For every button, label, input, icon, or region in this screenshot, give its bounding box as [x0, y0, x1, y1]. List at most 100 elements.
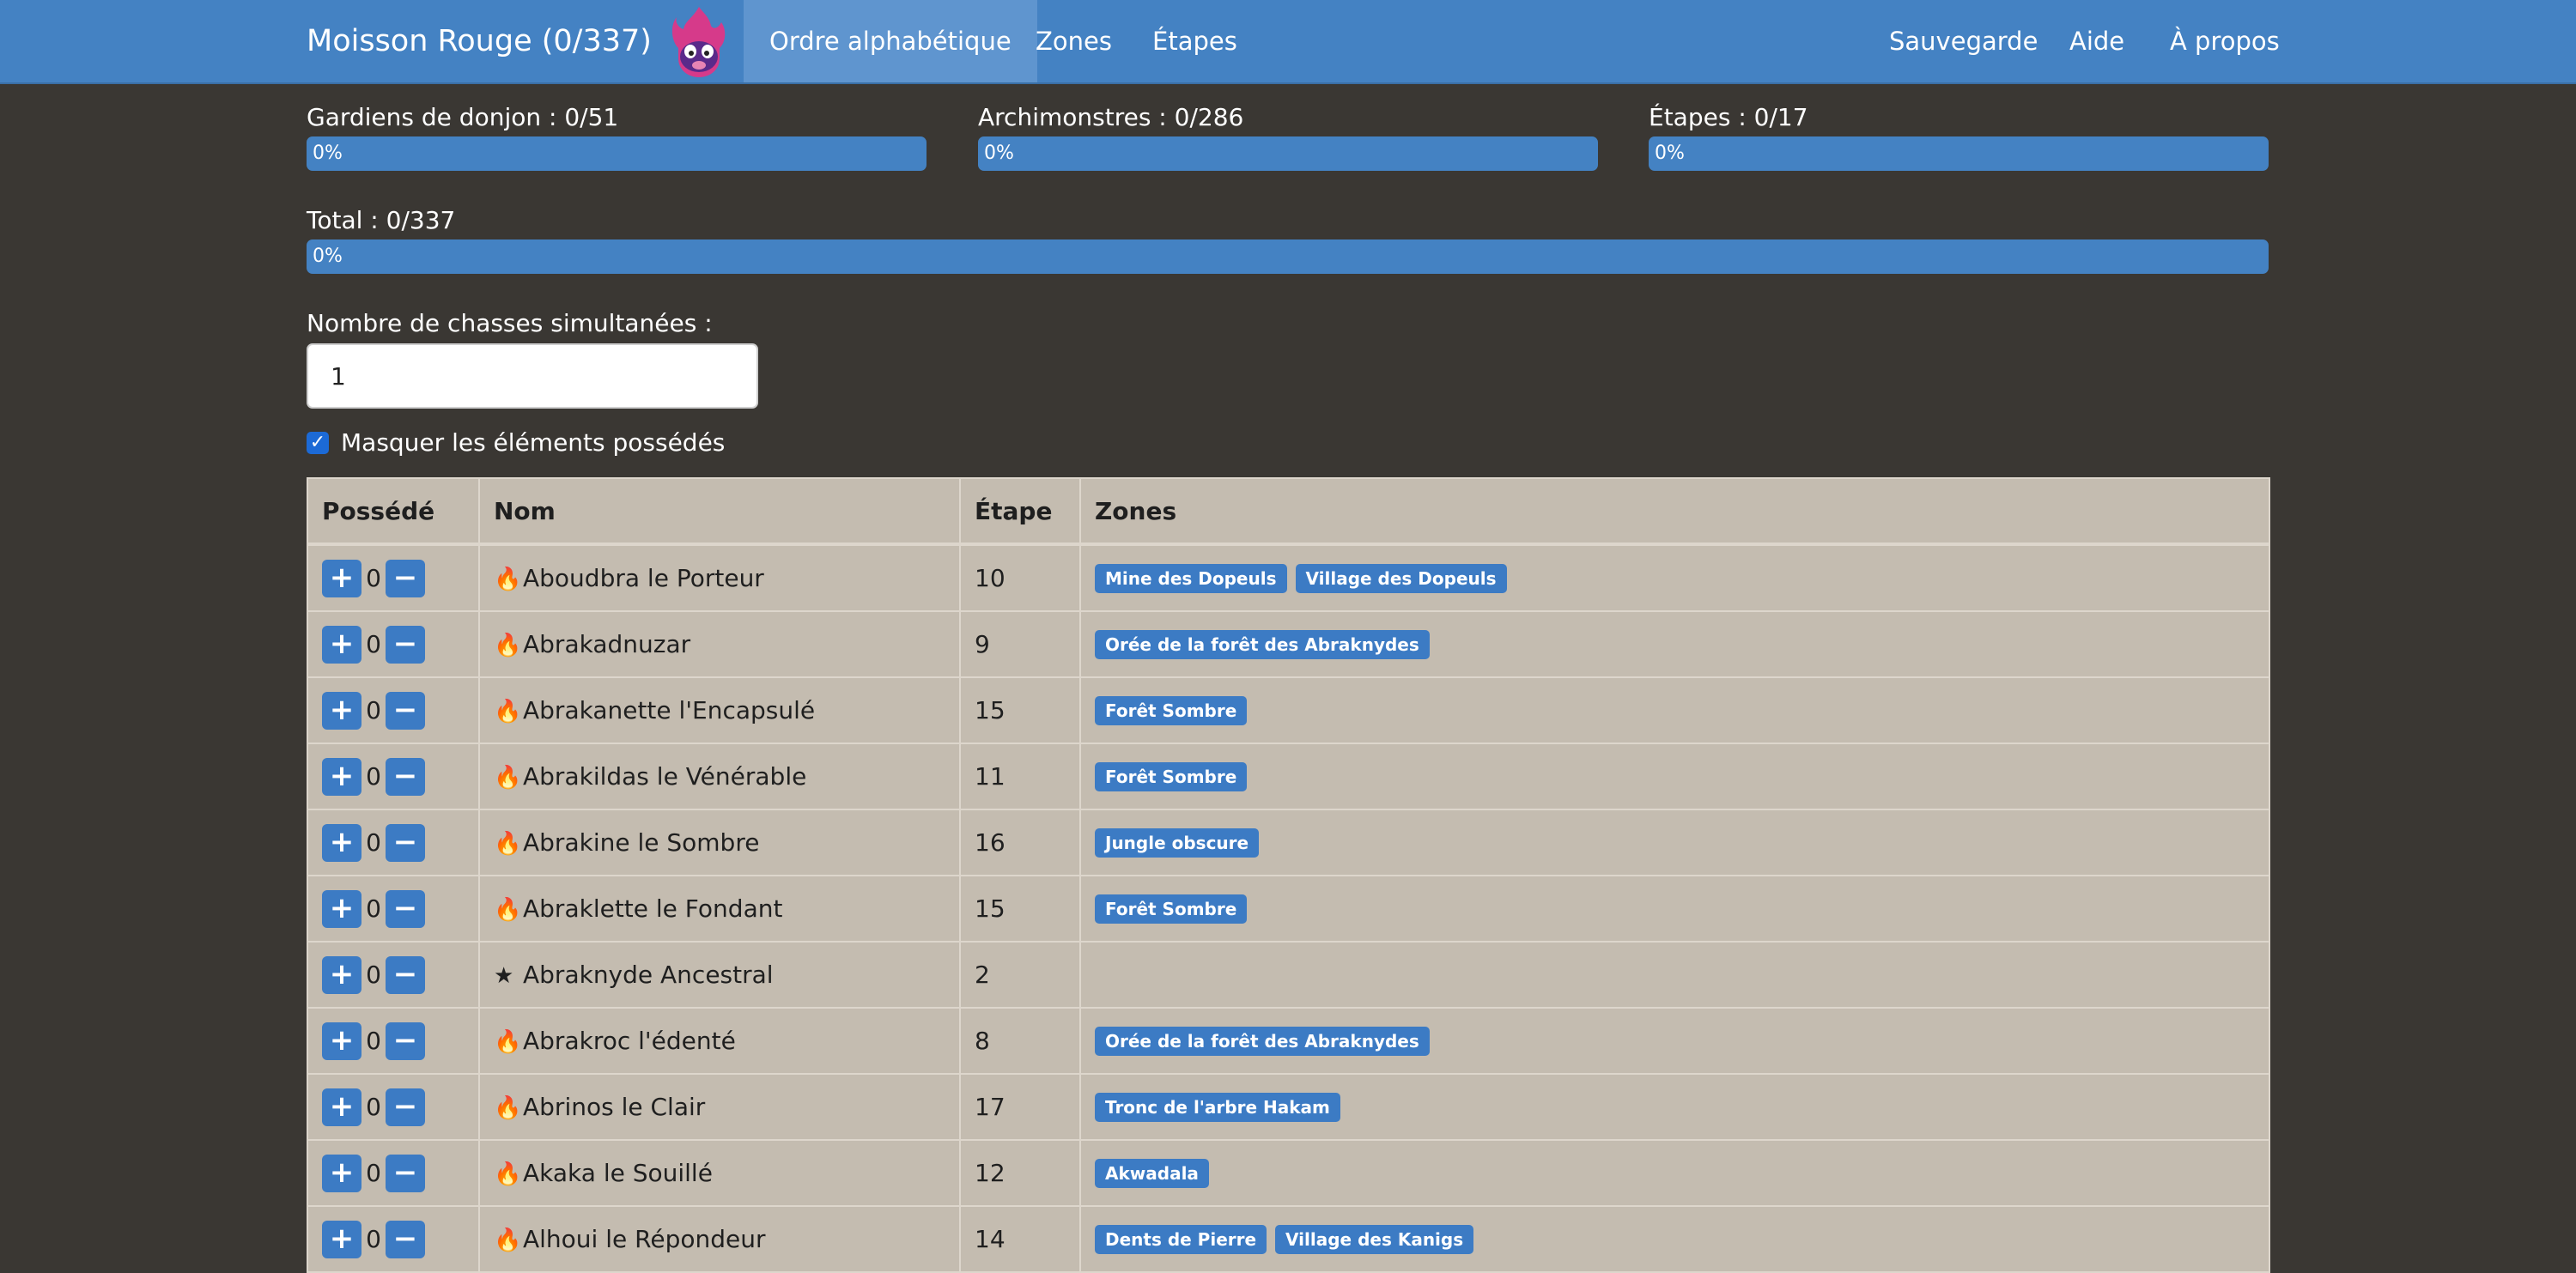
owned-count: 0	[366, 961, 381, 989]
zones-cell: Tronc de l'arbre Hakam	[1079, 1073, 2270, 1141]
increment-button[interactable]: +	[322, 1154, 361, 1192]
decrement-button[interactable]: −	[386, 1154, 425, 1192]
table-row: +0− 🔥Alhoui le Répondeur 14 Dents de Pierre…	[307, 1205, 2270, 1273]
step-cell: 16	[959, 809, 1081, 876]
step-cell: 14	[959, 1205, 1081, 1273]
hide-owned-checkbox[interactable]: ✓	[307, 432, 329, 454]
header-name[interactable]: Nom	[478, 477, 961, 546]
decrement-button[interactable]: −	[386, 1088, 425, 1126]
flame-icon: 🔥	[494, 1029, 522, 1055]
flame-icon: 🔥	[494, 633, 522, 658]
steps-progress-bar: 0%	[1649, 136, 2269, 171]
zone-badge[interactable]: Forêt Sombre	[1095, 696, 1248, 725]
owned-cell: +0−	[307, 941, 480, 1009]
zone-badge[interactable]: Mine des Dopeuls	[1095, 564, 1287, 593]
monster-name: Abrakanette l'Encapsulé	[523, 696, 816, 724]
name-cell: 🔥Abrakroc l'édenté	[478, 1007, 961, 1075]
zone-badge[interactable]: Akwadala	[1095, 1159, 1209, 1188]
decrement-button[interactable]: −	[386, 757, 425, 796]
archi-progress-label: Archimonstres : 0/286	[978, 103, 1244, 131]
increment-button[interactable]: +	[322, 757, 361, 796]
zone-badge[interactable]: Jungle obscure	[1095, 828, 1260, 858]
brand-title[interactable]: Moisson Rouge (0/337)	[307, 0, 652, 82]
name-cell: 🔥Abraklette le Fondant	[478, 875, 961, 943]
hide-owned-label: Masquer les éléments possédés	[341, 428, 726, 457]
increment-button[interactable]: +	[322, 1021, 361, 1060]
dungeon-progress-bar: 0%	[307, 136, 927, 171]
zones-cell: Akwadala	[1079, 1139, 2270, 1207]
increment-button[interactable]: +	[322, 691, 361, 730]
header-owned[interactable]: Possédé	[307, 477, 480, 546]
decrement-button[interactable]: −	[386, 1220, 425, 1258]
decrement-button[interactable]: −	[386, 559, 425, 597]
flame-icon: 🔥	[494, 1095, 522, 1121]
name-cell: 🔥Abrinos le Clair	[478, 1073, 961, 1141]
decrement-button[interactable]: −	[386, 823, 425, 862]
tab-steps[interactable]: Étapes	[1127, 0, 1263, 82]
steps-progress-fill: 0%	[1649, 136, 2269, 171]
navbar: Moisson Rouge (0/337) Ordre alphabétique…	[0, 0, 2576, 84]
zone-badge[interactable]: Orée de la forêt des Abraknydes	[1095, 630, 1430, 659]
decrement-button[interactable]: −	[386, 955, 425, 994]
name-cell: 🔥Abrakanette l'Encapsulé	[478, 676, 961, 744]
nav-backup[interactable]: Sauvegarde	[1863, 0, 2063, 82]
zones-cell: Orée de la forêt des Abraknydes	[1079, 610, 2270, 678]
owned-cell: +0−	[307, 676, 480, 744]
monster-name: Abrinos le Clair	[523, 1093, 706, 1121]
increment-button[interactable]: +	[322, 559, 361, 597]
table-row: +0− 🔥Abrakine le Sombre 16 Jungle obscure	[307, 809, 2270, 876]
increment-button[interactable]: +	[322, 823, 361, 862]
decrement-button[interactable]: −	[386, 691, 425, 730]
step-cell: 9	[959, 610, 1081, 678]
increment-button[interactable]: +	[322, 889, 361, 928]
owned-count: 0	[366, 1027, 381, 1055]
decrement-button[interactable]: −	[386, 1021, 425, 1060]
logo-icon	[671, 7, 726, 77]
zones-cell	[1079, 941, 2270, 1009]
table-row: +0− 🔥Abrinos le Clair 17 Tronc de l'arbre H…	[307, 1073, 2270, 1141]
zone-badge[interactable]: Dents de Pierre	[1095, 1225, 1267, 1254]
owned-cell: +0−	[307, 1073, 480, 1141]
zone-badge[interactable]: Orée de la forêt des Abraknydes	[1095, 1027, 1430, 1056]
nav-help[interactable]: Aide	[2044, 0, 2150, 82]
owned-count: 0	[366, 1225, 381, 1253]
name-cell: ★ Abraknyde Ancestral	[478, 941, 961, 1009]
step-cell: 11	[959, 743, 1081, 810]
owned-count: 0	[366, 696, 381, 724]
zone-badge[interactable]: Village des Dopeuls	[1295, 564, 1507, 593]
increment-button[interactable]: +	[322, 955, 361, 994]
tab-alphabetical[interactable]: Ordre alphabétique	[744, 0, 1037, 82]
hunts-input[interactable]	[307, 343, 758, 409]
owned-count: 0	[366, 828, 381, 857]
increment-button[interactable]: +	[322, 1088, 361, 1126]
flame-icon: 🔥	[494, 897, 522, 923]
hunts-label: Nombre de chasses simultanées :	[307, 309, 713, 337]
table-row: +0− 🔥Abrakroc l'édenté 8 Orée de la forêt d…	[307, 1007, 2270, 1075]
header-step[interactable]: Étape	[959, 477, 1081, 546]
zones-cell: Orée de la forêt des Abraknydes	[1079, 1007, 2270, 1075]
monster-name: Aboudbra le Porteur	[523, 564, 764, 592]
table-row: +0− 🔥Aboudbra le Porteur 10 Mine des Dopeul…	[307, 543, 2270, 612]
owned-cell: +0−	[307, 1139, 480, 1207]
decrement-button[interactable]: −	[386, 889, 425, 928]
zone-badge[interactable]: Forêt Sombre	[1095, 762, 1248, 791]
name-cell: 🔥Aboudbra le Porteur	[478, 543, 961, 612]
table-header-row: Possédé Nom Étape Zones	[307, 477, 2270, 546]
increment-button[interactable]: +	[322, 1220, 361, 1258]
header-zones[interactable]: Zones	[1079, 477, 2270, 546]
zones-cell: Forêt Sombre	[1079, 875, 2270, 943]
monster-name: Alhoui le Répondeur	[523, 1225, 766, 1253]
owned-cell: +0−	[307, 610, 480, 678]
owned-count: 0	[366, 1093, 381, 1121]
name-cell: 🔥Alhoui le Répondeur	[478, 1205, 961, 1273]
zone-badge[interactable]: Tronc de l'arbre Hakam	[1095, 1093, 1340, 1122]
tab-zones[interactable]: Zones	[1010, 0, 1138, 82]
increment-button[interactable]: +	[322, 625, 361, 664]
zone-badge[interactable]: Forêt Sombre	[1095, 894, 1248, 924]
decrement-button[interactable]: −	[386, 625, 425, 664]
zones-cell: Dents de Pierre Village des Kanigs	[1079, 1205, 2270, 1273]
zone-badge[interactable]: Village des Kanigs	[1275, 1225, 1474, 1254]
zones-cell: Jungle obscure	[1079, 809, 2270, 876]
flame-icon: 🔥	[494, 567, 522, 592]
nav-about[interactable]: À propos	[2144, 0, 2306, 82]
